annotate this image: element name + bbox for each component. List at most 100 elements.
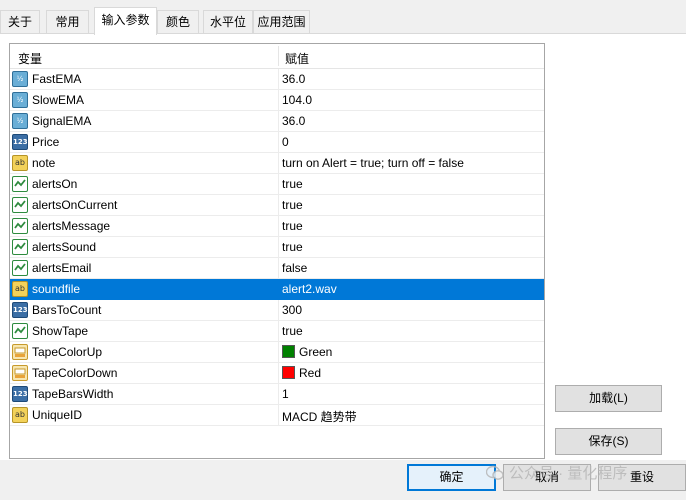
table-row[interactable]: TapeColorUp Green <box>10 342 544 363</box>
table-row[interactable]: alertsEmail false <box>10 258 544 279</box>
save-button[interactable]: 保存(S) <box>555 428 662 455</box>
table-row[interactable]: ½ SlowEMA 104.0 <box>10 90 544 111</box>
variable-cell[interactable]: alertsOnCurrent <box>10 195 279 215</box>
value-cell[interactable]: 104.0 <box>280 90 544 110</box>
table-row[interactable]: alertsOnCurrent true <box>10 195 544 216</box>
table-row[interactable]: alertsMessage true <box>10 216 544 237</box>
value-text: MACD 趋势带 <box>282 410 357 424</box>
variable-cell[interactable]: ShowTape <box>10 321 279 341</box>
table-row[interactable]: ShowTape true <box>10 321 544 342</box>
variable-value: true <box>282 240 303 254</box>
table-row[interactable]: 123 Price 0 <box>10 132 544 153</box>
value-cell[interactable]: true <box>280 174 544 194</box>
double-type-icon: ½ <box>12 113 28 129</box>
string-type-icon: ab <box>12 407 28 423</box>
variable-value: 104.0 <box>282 93 312 107</box>
table-row[interactable]: TapeColorDown Red <box>10 363 544 384</box>
parameters-grid[interactable]: 变量 赋值 ½ FastEMA 36.0 ½ SlowEMA 104.0 ½ SignalEM… <box>9 43 545 459</box>
value-text: turn on Alert = true; turn off = false <box>282 156 464 170</box>
variable-value: 1 <box>282 387 289 401</box>
value-text: alert2.wav <box>282 282 337 296</box>
variable-cell[interactable]: ab UniqueID <box>10 405 279 425</box>
variable-value: true <box>282 219 303 233</box>
value-text: 1 <box>282 387 289 401</box>
variable-name: soundfile <box>32 282 81 296</box>
table-row[interactable]: ½ SignalEMA 36.0 <box>10 111 544 132</box>
table-row[interactable]: 123 TapeBarsWidth 1 <box>10 384 544 405</box>
variable-cell[interactable]: ½ SlowEMA <box>10 90 279 110</box>
variable-cell[interactable]: 123 TapeBarsWidth <box>10 384 279 404</box>
value-cell[interactable]: Red <box>280 363 544 383</box>
value-cell[interactable]: true <box>280 321 544 341</box>
variable-cell[interactable]: TapeColorDown <box>10 363 279 383</box>
value-cell[interactable]: turn on Alert = true; turn off = false <box>280 153 544 173</box>
integer-type-icon: 123 <box>12 134 28 150</box>
value-cell[interactable]: 36.0 <box>280 69 544 89</box>
color-swatch <box>282 345 295 358</box>
table-row[interactable]: ab soundfile alert2.wav <box>10 279 544 300</box>
variable-value: 36.0 <box>282 114 305 128</box>
tab-visualization[interactable]: 应用范围 <box>253 10 310 34</box>
table-row[interactable]: ab note turn on Alert = true; turn off = f… <box>10 153 544 174</box>
variable-cell[interactable]: alertsSound <box>10 237 279 257</box>
variable-value: MACD 趋势带 <box>282 408 357 425</box>
variable-cell[interactable]: alertsMessage <box>10 216 279 236</box>
value-cell[interactable]: 0 <box>280 132 544 152</box>
value-text: true <box>282 324 303 338</box>
variable-cell[interactable]: ab note <box>10 153 279 173</box>
variable-cell[interactable]: alertsEmail <box>10 258 279 278</box>
tab-about[interactable]: 关于 <box>0 10 40 34</box>
variable-value: true <box>282 198 303 212</box>
tab-levels[interactable]: 水平位 <box>203 10 253 34</box>
load-button[interactable]: 加载(L) <box>555 385 662 412</box>
table-row[interactable]: ab UniqueID MACD 趋势带 <box>10 405 544 426</box>
table-row[interactable]: alertsOn true <box>10 174 544 195</box>
value-cell[interactable]: 36.0 <box>280 111 544 131</box>
variable-value: turn on Alert = true; turn off = false <box>282 156 464 170</box>
value-cell[interactable]: 300 <box>280 300 544 320</box>
table-row[interactable]: 123 BarsToCount 300 <box>10 300 544 321</box>
value-cell[interactable]: 1 <box>280 384 544 404</box>
value-cell[interactable]: Green <box>280 342 544 362</box>
string-type-icon: ab <box>12 155 28 171</box>
value-cell[interactable]: true <box>280 237 544 257</box>
value-cell[interactable]: false <box>280 258 544 278</box>
variable-name: alertsEmail <box>32 261 92 275</box>
grid-header: 变量 赋值 <box>10 44 544 69</box>
integer-type-icon: 123 <box>12 302 28 318</box>
string-type-icon: ab <box>12 281 28 297</box>
ok-button[interactable]: 确定 <box>407 464 496 491</box>
value-cell[interactable]: true <box>280 195 544 215</box>
value-cell[interactable]: MACD 趋势带 <box>280 405 544 425</box>
variable-cell[interactable]: alertsOn <box>10 174 279 194</box>
variable-cell[interactable]: 123 Price <box>10 132 279 152</box>
variable-name: note <box>32 156 56 170</box>
header-divider[interactable] <box>278 46 279 66</box>
integer-type-icon: 123 <box>12 386 28 402</box>
wechat-icon <box>486 465 504 480</box>
tab-common[interactable]: 常用 <box>46 10 89 34</box>
value-cell[interactable]: alert2.wav <box>280 279 544 299</box>
boolean-type-icon <box>12 260 28 276</box>
variable-cell[interactable]: TapeColorUp <box>10 342 279 362</box>
watermark-text: 公众号 · 量化程序 <box>509 465 628 482</box>
variable-cell[interactable]: ½ FastEMA <box>10 69 279 89</box>
variable-cell[interactable]: ½ SignalEMA <box>10 111 279 131</box>
tab-inputs[interactable]: 输入参数 <box>94 7 157 35</box>
variable-name: TapeBarsWidth <box>32 387 114 401</box>
variable-name: alertsOnCurrent <box>32 198 118 212</box>
tab-colors[interactable]: 颜色 <box>157 10 199 34</box>
variable-cell[interactable]: 123 BarsToCount <box>10 300 279 320</box>
variable-name: alertsOn <box>32 177 78 191</box>
table-row[interactable]: ½ FastEMA 36.0 <box>10 69 544 90</box>
variable-name: alertsMessage <box>32 219 111 233</box>
table-row[interactable]: alertsSound true <box>10 237 544 258</box>
value-text: false <box>282 261 308 275</box>
value-cell[interactable]: true <box>280 216 544 236</box>
value-text: true <box>282 177 303 191</box>
header-value[interactable]: 赋值 <box>285 50 309 67</box>
variable-cell[interactable]: ab soundfile <box>10 279 279 299</box>
boolean-type-icon <box>12 197 28 213</box>
header-variable[interactable]: 变量 <box>18 50 42 67</box>
variable-value: true <box>282 324 303 338</box>
